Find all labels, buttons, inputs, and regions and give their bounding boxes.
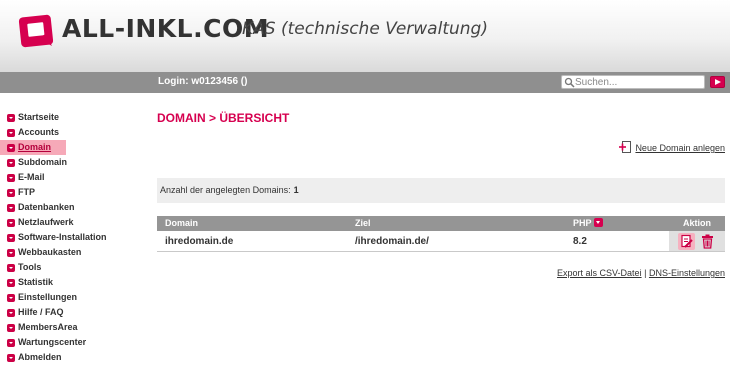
search-icon xyxy=(564,77,575,88)
sidebar-item-wartungscenter[interactable]: Wartungscenter xyxy=(0,335,150,350)
delete-domain-button[interactable] xyxy=(699,233,716,250)
logo-icon xyxy=(18,14,54,48)
sidebar-item-subdomain[interactable]: Subdomain xyxy=(0,155,150,170)
sidebar-item-label: E-Mail xyxy=(18,172,45,182)
nav-bullet-icon xyxy=(7,188,15,197)
cell-php: 8.2 xyxy=(565,231,669,252)
domain-count-box: Anzahl der angelegten Domains: 1 xyxy=(157,178,725,203)
nav-bullet-icon xyxy=(7,113,15,122)
sidebar-item-tools[interactable]: Tools xyxy=(0,260,150,275)
nav-bullet-icon xyxy=(7,308,15,317)
nav-bullet-icon xyxy=(7,203,15,212)
sidebar-item-label: FTP xyxy=(18,187,35,197)
sidebar-item-label: Einstellungen xyxy=(18,292,78,302)
footer-separator: | xyxy=(644,268,647,278)
search-box[interactable] xyxy=(561,75,705,89)
table-header-row: Domain Ziel PHP Aktion xyxy=(157,216,725,231)
nav-bullet-icon xyxy=(7,158,15,167)
cell-ziel: /ihredomain.de/ xyxy=(347,231,565,252)
nav-bullet-icon xyxy=(7,233,15,242)
sidebar-item-label: Subdomain xyxy=(18,157,67,167)
column-header-domain[interactable]: Domain xyxy=(157,216,347,231)
trash-icon xyxy=(702,234,713,249)
dns-settings-link[interactable]: DNS-Einstellungen xyxy=(649,268,725,278)
domain-count: Anzahl der angelegten Domains: 1 xyxy=(160,184,299,196)
sidebar-item-label: Webbaukasten xyxy=(18,247,82,257)
sidebar-item-accounts[interactable]: Accounts xyxy=(0,125,150,140)
header-subtitle: KAS (technische Verwaltung) xyxy=(242,19,488,39)
domain-count-value: 1 xyxy=(293,185,299,195)
sidebar-item-label: Startseite xyxy=(18,112,60,122)
header: ALL-INKL.COM KAS (technische Verwaltung) xyxy=(0,0,730,72)
nav-bullet-icon xyxy=(7,353,15,362)
column-header-php-label: PHP xyxy=(573,218,592,228)
sidebar-item-label: Software-Installation xyxy=(18,232,107,242)
login-info: Login: w0123456 () xyxy=(158,76,248,87)
search-go-button[interactable] xyxy=(710,76,725,88)
nav-bullet-icon xyxy=(7,338,15,347)
cell-domain: ihredomain.de xyxy=(157,231,347,252)
nav-bullet-icon xyxy=(7,323,15,332)
sidebar-nav: Startseite Accounts Domain Subdomain E-M… xyxy=(0,110,150,365)
sidebar-item-label: Netzlaufwerk xyxy=(18,217,74,227)
table-row: ihredomain.de /ihredomain.de/ 8.2 xyxy=(157,231,725,252)
add-domain-icon xyxy=(619,141,632,153)
sidebar-item-label: Tools xyxy=(18,262,42,272)
domain-count-label: Anzahl der angelegten Domains: xyxy=(160,185,291,195)
sidebar-item-software-installation[interactable]: Software-Installation xyxy=(0,230,150,245)
nav-bullet-icon xyxy=(7,248,15,257)
sidebar-item-statistik[interactable]: Statistik xyxy=(0,275,150,290)
column-header-ziel-label: Ziel xyxy=(355,218,371,228)
sidebar-item-label: Wartungscenter xyxy=(18,337,87,347)
column-header-aktion-label: Aktion xyxy=(683,218,711,228)
nav-bullet-icon xyxy=(7,278,15,287)
sort-desc-icon[interactable] xyxy=(593,218,603,227)
sidebar-item-datenbanken[interactable]: Datenbanken xyxy=(0,200,150,215)
sidebar-item-abmelden[interactable]: Abmelden xyxy=(0,350,150,365)
sidebar-item-startseite[interactable]: Startseite xyxy=(0,110,150,125)
sidebar-item-einstellungen[interactable]: Einstellungen xyxy=(0,290,150,305)
footer-links: Export als CSV-Datei | DNS-Einstellungen xyxy=(557,267,725,279)
add-domain-link[interactable]: Neue Domain anlegen xyxy=(619,140,725,156)
sidebar-item-hilfe-faq[interactable]: Hilfe / FAQ xyxy=(0,305,150,320)
sidebar-item-label: Statistik xyxy=(18,277,54,287)
sidebar-item-label: Accounts xyxy=(18,127,60,137)
sidebar-item-membersarea[interactable]: MembersArea xyxy=(0,320,150,335)
sidebar-item-ftp[interactable]: FTP xyxy=(0,185,150,200)
top-bar: Login: w0123456 () xyxy=(0,72,730,93)
sidebar-item-label: MembersArea xyxy=(18,322,78,332)
column-header-ziel[interactable]: Ziel xyxy=(347,216,565,231)
column-header-php[interactable]: PHP xyxy=(565,216,669,231)
column-header-aktion: Aktion xyxy=(669,216,725,231)
export-csv-link[interactable]: Export als CSV-Datei xyxy=(557,268,642,278)
cell-actions xyxy=(669,231,725,252)
nav-bullet-icon xyxy=(7,218,15,227)
column-header-domain-label: Domain xyxy=(165,218,199,228)
page-title: DOMAIN > ÜBERSICHT xyxy=(157,111,290,125)
nav-bullet-icon xyxy=(7,293,15,302)
sidebar-item-netzlaufwerk[interactable]: Netzlaufwerk xyxy=(0,215,150,230)
sidebar-item-domain[interactable]: Domain xyxy=(0,140,66,155)
sidebar-item-label: Datenbanken xyxy=(18,202,75,212)
sidebar-item-webbaukasten[interactable]: Webbaukasten xyxy=(0,245,150,260)
edit-domain-button[interactable] xyxy=(678,232,695,250)
edit-icon xyxy=(681,234,693,248)
sidebar-item-label: Hilfe / FAQ xyxy=(18,307,64,317)
sidebar-item-email[interactable]: E-Mail xyxy=(0,170,150,185)
sidebar-item-label: Abmelden xyxy=(18,352,62,362)
sidebar-item-label: Domain xyxy=(18,142,52,152)
brand-name: ALL-INKL.COM xyxy=(62,14,270,43)
domain-table: Domain Ziel PHP Aktion ihredomain.de /ih… xyxy=(157,216,725,252)
nav-bullet-icon xyxy=(7,128,15,137)
add-domain-label: Neue Domain anlegen xyxy=(635,143,725,153)
nav-bullet-icon xyxy=(7,173,15,182)
search-go-icon xyxy=(715,79,721,85)
nav-bullet-icon xyxy=(7,143,15,152)
nav-bullet-icon xyxy=(7,263,15,272)
search-input[interactable] xyxy=(575,76,701,88)
